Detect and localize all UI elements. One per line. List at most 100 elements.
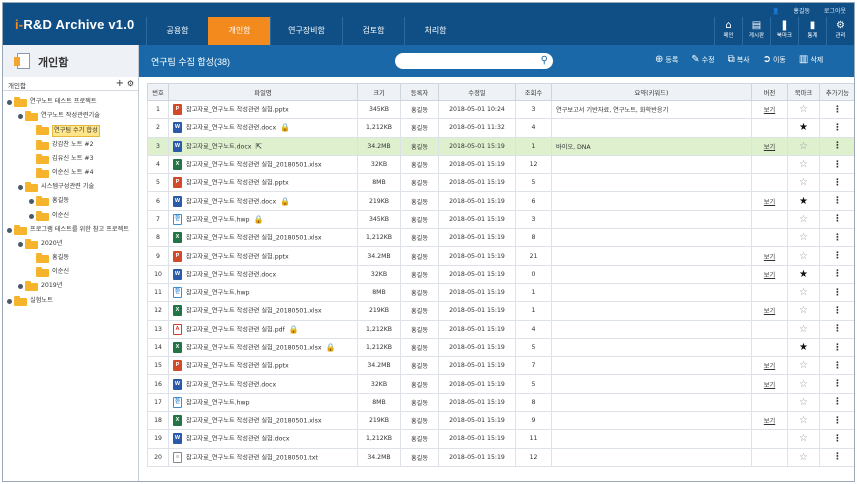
logout-link[interactable]: 로그아웃 — [824, 8, 846, 15]
table-row[interactable]: 12 X 참고자료_연구노트 작성관련 실험_20180501.xlsx 219KB 홍… — [147, 301, 854, 321]
column-header[interactable]: 추가기능 — [819, 83, 854, 101]
table-row[interactable]: 11 한 참고자료_연구노트.hwp 8MB 홍길동 2018-05-01 15:19 1 ☆… — [147, 282, 854, 303]
version-view-link[interactable]: 보기 — [764, 199, 775, 206]
user-link[interactable]: 👤 홍길동 — [772, 8, 810, 15]
file-name-cell[interactable]: ≡ 참고자료_연구노트 작성관련 실험_20180501.txt — [168, 447, 358, 467]
more-options-icon[interactable]: ⋮ — [833, 324, 842, 334]
search-input[interactable]: ⚲ — [395, 53, 553, 69]
tree-node[interactable]: 김유신 노트 #3 — [3, 152, 138, 166]
star-outline-icon[interactable]: ☆ — [799, 360, 808, 371]
file-name-cell[interactable]: X 참고자료_연구노트 작성관련 실험_20180501.xlsx — [168, 301, 358, 321]
more-options-icon[interactable]: ⋮ — [833, 434, 842, 444]
tree-node[interactable]: 이순신 — [3, 209, 138, 223]
file-name[interactable]: 참고자료_연구노트 작성관련 실험.pptx — [186, 180, 289, 187]
table-row[interactable]: 8 X 참고자료_연구노트 작성관련 실험_20180501.xlsx 1,212KB… — [147, 228, 854, 248]
table-row[interactable]: 19 W 참고자료_연구노트 작성관련 실험.docx 1,212KB 홍길동 2018-… — [147, 429, 854, 449]
star-outline-icon[interactable]: ☆ — [799, 433, 808, 444]
file-name[interactable]: 참고자료_연구노트.hwp — [186, 290, 250, 297]
table-row[interactable]: 9 P 참고자료_연구노트 작성관련 실험.pptx 34.2MB 홍길동 2018-05… — [147, 246, 854, 266]
tree-node[interactable]: 이순신 — [3, 265, 138, 279]
star-outline-icon[interactable]: ☆ — [799, 397, 808, 408]
expand-toggle-icon[interactable] — [18, 241, 23, 247]
version-view-link[interactable]: 보기 — [764, 254, 775, 261]
column-header[interactable]: 버전 — [751, 83, 788, 101]
table-row[interactable]: 17 한 참고자료_연구노트.hwp 8MB 홍길동 2018-05-01 15:19 8 ☆… — [147, 392, 854, 413]
tree-node[interactable]: 홍길동 — [3, 194, 138, 208]
table-row[interactable]: 7 한 참고자료_연구노트.hwp 🔒 345KB 홍길동 2018-05-01 15:19… — [147, 209, 854, 230]
more-options-icon[interactable]: ⋮ — [833, 251, 842, 261]
tab-1[interactable]: 공용함 — [146, 17, 208, 45]
toolbar-button-3[interactable]: ❚ 북마크 — [770, 17, 798, 45]
settings-icon[interactable]: ⚙ — [127, 78, 134, 89]
app-logo[interactable]: i-R&D Archive v1.0 — [15, 17, 134, 32]
expand-toggle-icon[interactable] — [7, 227, 12, 233]
file-name[interactable]: 참고자료_연구노트 작성관련 실험.pptx — [186, 363, 289, 370]
expand-toggle-icon[interactable] — [7, 298, 12, 304]
version-view-link[interactable]: 보기 — [764, 272, 775, 279]
more-options-icon[interactable]: ⋮ — [833, 105, 842, 115]
table-row[interactable]: 10 W 참고자료_연구노트 작성관련.docx 32KB 홍길동 2018-05-01 … — [147, 264, 854, 284]
tree-node[interactable]: 이순신 노트 #4 — [3, 166, 138, 180]
file-name-cell[interactable]: X 참고자료_연구노트 작성관련 실험_20180501.xlsx — [168, 154, 358, 175]
search-icon[interactable]: ⚲ — [541, 54, 548, 67]
more-options-icon[interactable]: ⋮ — [833, 343, 842, 353]
add-folder-icon[interactable]: + — [116, 77, 124, 90]
column-header[interactable]: 번호 — [147, 83, 169, 101]
more-options-icon[interactable]: ⋮ — [833, 123, 842, 133]
tab-3[interactable]: 연구장비함 — [270, 17, 342, 45]
file-name-cell[interactable]: W 참고자료_연구노트.docx ⇱ — [168, 136, 358, 156]
table-row[interactable]: 13 A 참고자료_연구노트 작성관련 실험.pdf 🔒 1,212KB 홍길동 2018-… — [147, 319, 854, 339]
file-name[interactable]: 참고자료_연구노트 작성관련 실험_20180501.xlsx — [186, 162, 322, 169]
file-name-cell[interactable]: P 참고자료_연구노트 작성관련 실험.pptx — [168, 356, 358, 376]
toolbar-button-1[interactable]: ⌂ 메인 — [714, 17, 742, 45]
file-name-cell[interactable]: 한 참고자료_연구노트.hwp — [168, 392, 358, 413]
table-row[interactable]: 6 W 참고자료_연구노트 작성관련.docx 🔒 219KB 홍길동 2018-05-01… — [147, 191, 854, 211]
file-name[interactable]: 참고자료_연구노트.docx — [186, 143, 251, 150]
sidebar-tab[interactable]: 개인함 — [8, 80, 26, 90]
file-name[interactable]: 참고자료_연구노트 작성관련 실험_20180501.xlsx — [186, 345, 322, 352]
tab-5[interactable]: 처리함 — [404, 17, 466, 45]
tree-node[interactable]: 연구노트 테스트 프로젝트 — [3, 95, 138, 109]
toolbar-button-2[interactable]: ▤ 게시판 — [742, 17, 770, 45]
action-button-3[interactable]: ⧉ 복사 — [728, 55, 750, 65]
file-name[interactable]: 참고자료_연구노트 작성관련 실험.pptx — [186, 253, 289, 260]
table-row[interactable]: 15 P 참고자료_연구노트 작성관련 실험.pptx 34.2MB 홍길동 2018-0… — [147, 356, 854, 376]
table-row[interactable]: 20 ≡ 참고자료_연구노트 작성관련 실험_20180501.txt 34.2MB 홍… — [147, 447, 854, 467]
toolbar-button-5[interactable]: ⚙ 관리 — [826, 17, 854, 45]
file-name-cell[interactable]: X 참고자료_연구노트 작성관련 실험_20180501.xlsx — [168, 411, 358, 431]
file-name[interactable]: 참고자료_연구노트 작성관련.docx — [186, 198, 276, 205]
tree-node[interactable]: 실험노트 — [3, 294, 138, 308]
star-filled-icon[interactable]: ★ — [799, 196, 808, 207]
tree-node[interactable]: 연구팀 수기 합성 — [3, 123, 138, 138]
file-name-cell[interactable]: W 참고자료_연구노트 작성관련.docx — [168, 264, 358, 284]
star-filled-icon[interactable]: ★ — [799, 269, 808, 280]
more-options-icon[interactable]: ⋮ — [833, 233, 842, 243]
table-row[interactable]: 1 P 참고자료_연구노트 작성관련 실험.pptx 345KB 홍길동 2018-05-… — [147, 99, 854, 120]
expand-toggle-icon[interactable] — [18, 114, 23, 120]
column-header[interactable]: 파일명 — [168, 83, 358, 101]
more-options-icon[interactable]: ⋮ — [833, 141, 842, 151]
star-outline-icon[interactable]: ☆ — [799, 104, 808, 115]
file-name[interactable]: 참고자료_연구노트.hwp — [186, 216, 250, 223]
star-filled-icon[interactable]: ★ — [799, 342, 808, 353]
file-name[interactable]: 참고자료_연구노트 작성관련.docx — [186, 381, 276, 388]
tree-node[interactable]: 연구노트 작성관련기술 — [3, 109, 138, 123]
star-outline-icon[interactable]: ☆ — [799, 379, 808, 390]
file-name-cell[interactable]: W 참고자료_연구노트 작성관련.docx 🔒 — [168, 118, 358, 138]
file-name[interactable]: 참고자료_연구노트 작성관련 실험.pdf — [186, 326, 285, 333]
table-row[interactable]: 5 P 참고자료_연구노트 작성관련 실험.pptx 8MB 홍길동 2018-05-01… — [147, 173, 854, 193]
tree-node[interactable]: 프로그램 테스트를 위한 참고 프로젝트 — [3, 223, 138, 237]
tree-node[interactable]: 시스템구성관련 기술 — [3, 180, 138, 194]
column-header[interactable]: 크기 — [357, 83, 401, 101]
table-row[interactable]: 18 X 참고자료_연구노트 작성관련 실험_20180501.xlsx 219KB 홍… — [147, 411, 854, 431]
file-name-cell[interactable]: P 참고자료_연구노트 작성관련 실험.pptx — [168, 246, 358, 266]
action-button-4[interactable]: ➲ 이동 — [763, 55, 786, 65]
star-outline-icon[interactable]: ☆ — [799, 251, 808, 262]
column-header[interactable]: 조회수 — [515, 83, 552, 101]
star-filled-icon[interactable]: ★ — [799, 122, 808, 133]
more-options-icon[interactable]: ⋮ — [833, 196, 842, 206]
table-row[interactable]: 2 W 참고자료_연구노트 작성관련.docx 🔒 1,212KB 홍길동 2018-05-… — [147, 118, 854, 138]
file-name[interactable]: 참고자료_연구노트.hwp — [186, 399, 250, 406]
expand-toggle-icon[interactable] — [7, 100, 12, 105]
tree-node[interactable]: 강감찬 노트 #2 — [3, 138, 138, 152]
